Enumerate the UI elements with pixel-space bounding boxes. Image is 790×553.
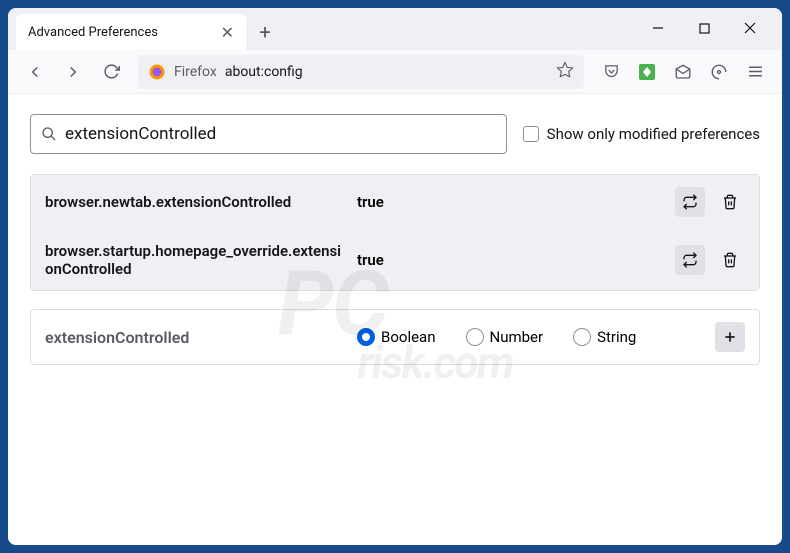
- swap-icon: [682, 252, 698, 268]
- back-button[interactable]: [18, 55, 52, 89]
- browser-window: Advanced Preferences ✕ + Firefox about:c…: [8, 8, 782, 545]
- show-modified-checkbox[interactable]: Show only modified preferences: [523, 125, 760, 143]
- menu-button[interactable]: [738, 55, 772, 89]
- toggle-button[interactable]: [675, 245, 705, 275]
- toggle-button[interactable]: [675, 187, 705, 217]
- tab-bar: Advanced Preferences ✕ +: [8, 8, 782, 50]
- search-row: extensionControlled Show only modified p…: [30, 114, 760, 154]
- radio-icon: [357, 328, 375, 346]
- checkbox-label: Show only modified preferences: [547, 125, 760, 143]
- pref-name: browser.startup.homepage_override.extens…: [45, 242, 345, 278]
- window-controls: [644, 14, 774, 42]
- radio-icon: [466, 328, 484, 346]
- search-input[interactable]: extensionControlled: [30, 114, 507, 154]
- forward-button[interactable]: [56, 55, 90, 89]
- tab-title: Advanced Preferences: [28, 25, 158, 40]
- url-bar[interactable]: Firefox about:config: [138, 55, 584, 89]
- delete-button[interactable]: [715, 245, 745, 275]
- url-brand: Firefox: [174, 64, 217, 80]
- plus-icon: +: [259, 20, 270, 44]
- radio-icon: [573, 328, 591, 346]
- maximize-button[interactable]: [690, 14, 718, 42]
- pref-row[interactable]: browser.newtab.extensionControlled true: [31, 175, 759, 230]
- search-value: extensionControlled: [65, 124, 496, 144]
- reload-button[interactable]: [94, 55, 128, 89]
- url-address: about:config: [225, 64, 548, 80]
- pref-value: true: [357, 251, 663, 269]
- plus-icon: [722, 329, 738, 345]
- inbox-icon[interactable]: [666, 55, 700, 89]
- checkbox-icon: [523, 126, 539, 142]
- radio-string[interactable]: String: [573, 328, 636, 346]
- radio-number[interactable]: Number: [466, 328, 544, 346]
- trash-icon: [722, 194, 738, 210]
- results-list: browser.newtab.extensionControlled true …: [30, 174, 760, 291]
- close-icon[interactable]: ✕: [221, 23, 234, 42]
- new-pref-name: extensionControlled: [45, 328, 345, 347]
- close-window-button[interactable]: [736, 14, 764, 42]
- type-radios: Boolean Number String: [357, 328, 703, 346]
- minimize-button[interactable]: [644, 14, 672, 42]
- extension-icon[interactable]: [630, 55, 664, 89]
- search-icon: [41, 126, 57, 142]
- radio-boolean[interactable]: Boolean: [357, 328, 436, 346]
- new-tab-button[interactable]: +: [250, 17, 280, 47]
- toolbar-icons: [594, 55, 772, 89]
- pocket-icon[interactable]: [594, 55, 628, 89]
- add-pref-row: extensionControlled Boolean Number Strin…: [30, 309, 760, 365]
- active-tab[interactable]: Advanced Preferences ✕: [16, 14, 246, 50]
- swap-icon: [682, 194, 698, 210]
- delete-button[interactable]: [715, 187, 745, 217]
- row-actions: [675, 187, 745, 217]
- pref-row[interactable]: browser.startup.homepage_override.extens…: [31, 230, 759, 290]
- row-actions: [675, 245, 745, 275]
- nav-toolbar: Firefox about:config: [8, 50, 782, 94]
- pref-value: true: [357, 193, 663, 211]
- dashboard-icon[interactable]: [702, 55, 736, 89]
- trash-icon: [722, 252, 738, 268]
- add-button[interactable]: [715, 322, 745, 352]
- firefox-icon: [148, 63, 166, 81]
- page-content: PCrisk.com extensionControlled Show only…: [8, 94, 782, 545]
- pref-name: browser.newtab.extensionControlled: [45, 193, 345, 211]
- bookmark-star-icon[interactable]: [556, 61, 574, 83]
